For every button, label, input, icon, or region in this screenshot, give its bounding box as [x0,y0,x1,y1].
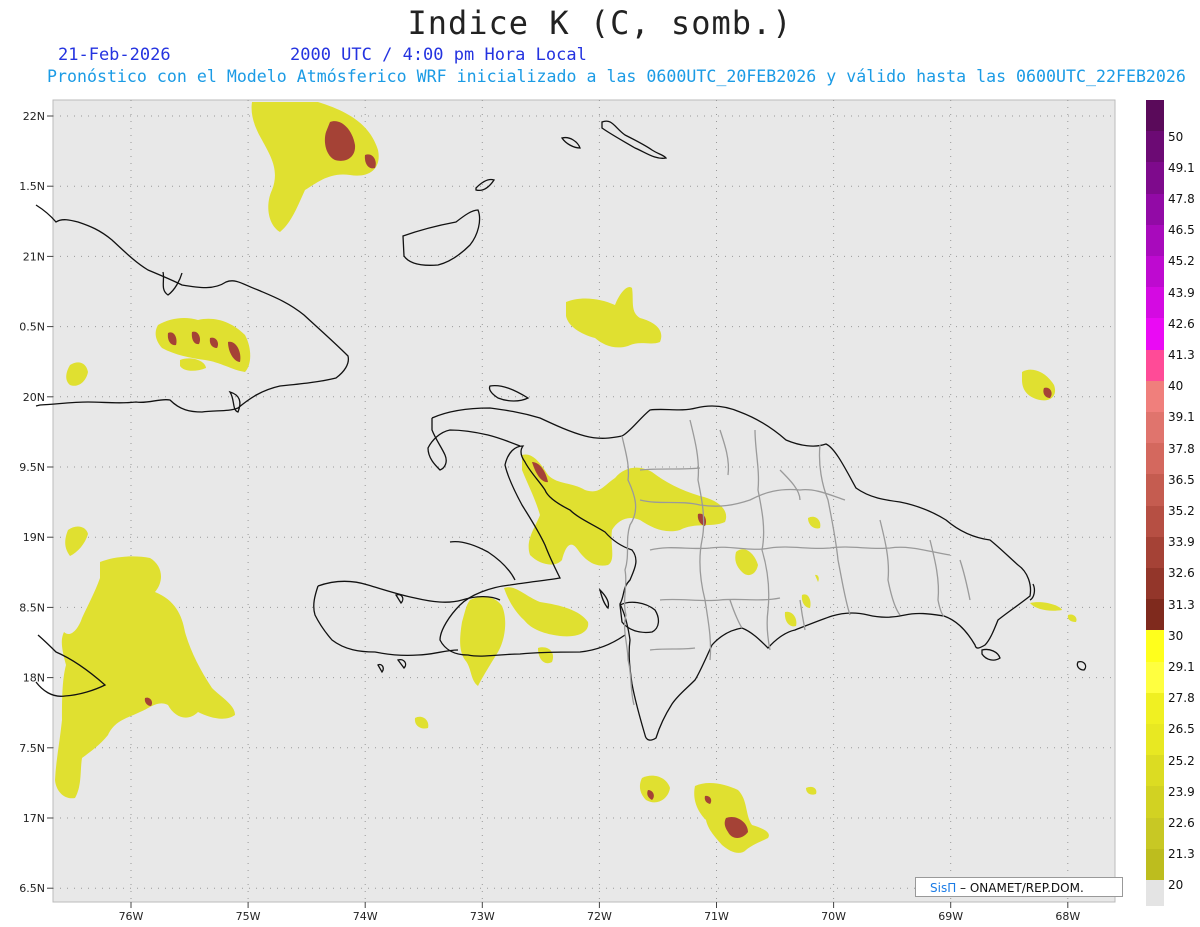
colorbar-segment [1146,318,1164,350]
colorbar-label: 42.6 [1168,316,1195,331]
colorbar-segment [1146,599,1164,631]
colorbar-label: 22.6 [1168,816,1195,830]
colorbar-segment [1146,100,1164,132]
colorbar-label: 47.8 [1168,192,1195,206]
colorbar-label: 40 [1168,379,1184,394]
brand-logo: SisΠ [930,881,957,895]
colorbar-label: 20 [1168,878,1184,893]
latitude-label: 18N [23,672,45,685]
colorbar-segment [1146,287,1164,319]
credit-text: – ONAMET/REP.DOM. [956,881,1084,895]
colorbar-segment [1146,412,1164,444]
longitude-label: 70W [821,910,846,923]
latitude-label: 20N [23,391,45,404]
colorbar-label: 23.9 [1168,784,1195,799]
longitude-label: 76W [119,910,144,923]
colorbar-segment [1146,661,1164,693]
colorbar-label: 37.8 [1168,441,1195,456]
colorbar-label: 29.1 [1168,660,1195,674]
colorbar-segment [1146,724,1164,756]
colorbar-segment [1146,568,1164,600]
colorbar-segment [1146,505,1164,537]
colorbar-segment [1146,630,1164,662]
colorbar-segment [1146,256,1164,288]
colorbar-segment [1146,224,1164,256]
longitude-label: 71W [704,910,729,923]
latitude-label: 21N [23,250,45,263]
colorbar-label: 25.2 [1168,753,1195,768]
longitude-label: 74W [353,910,378,923]
colorbar-segment [1146,692,1164,724]
colorbar-label: 26.5 [1168,722,1195,737]
latitude-label: 7.5N [19,742,45,755]
latitude-label: 8.5N [19,601,45,614]
colorbar-segment [1146,443,1164,475]
colorbar-segment [1146,817,1164,849]
colorbar-label: 43.9 [1168,285,1195,300]
colorbar-label: 41.3 [1168,348,1195,362]
colorbar-label: 31.3 [1168,597,1195,612]
latitude-label: 17N [23,812,45,825]
latitude-label: 19N [23,531,45,544]
latitude-label: 22N [23,110,45,123]
colorbar-segment [1146,786,1164,818]
latitude-labels: 22N 1.5N 21N 0.5N 20N 9.5N 19N 8.5N 18N 7.5N 17N 6.… [19,110,53,895]
colorbar-label: 21.3 [1168,847,1195,862]
longitude-label: 73W [470,910,495,923]
colorbar-label: 39.1 [1168,410,1195,425]
colorbar-segment [1146,755,1164,787]
longitude-label: 72W [587,910,612,923]
colorbar-label: 45.2 [1168,254,1195,269]
longitude-label: 69W [938,910,963,923]
colorbar-segment [1146,848,1164,880]
latitude-label: 0.5N [19,321,45,334]
colorbar-segment [1146,380,1164,412]
colorbar-segment [1146,162,1164,194]
colorbar-label: 46.5 [1168,223,1195,238]
colorbar-segment [1146,131,1164,163]
longitude-label: 68W [1055,910,1080,923]
colorbar-segment [1146,536,1164,568]
k-index-map: 22N 1.5N 21N 0.5N 20N 9.5N 19N 8.5N 18N 7.5N 17N 6.… [19,99,1116,923]
colorbar-label: 27.8 [1168,691,1195,706]
latitude-label: 6.5N [19,882,45,895]
longitude-label: 75W [236,910,261,923]
colorbar-label: 33.9 [1168,535,1195,550]
colorbar-segment [1146,880,1164,906]
colorbar-segment [1146,193,1164,225]
latitude-label: 9.5N [19,461,45,474]
colorbar-label: 30 [1168,628,1184,643]
colorbar-label: 50 [1168,129,1184,144]
colorbar-segment [1146,474,1164,506]
colorbar-label: 49.1 [1168,160,1195,175]
colorbar-label: 36.5 [1168,472,1195,487]
colorbar-segment [1146,349,1164,381]
colorbar-label: 35.2 [1168,504,1195,518]
longitude-labels: 76W 75W 74W 73W 72W 71W 70W 69W 68W [119,902,1080,923]
credit-box: SisΠ – ONAMET/REP.DOM. [915,877,1123,897]
colorbar-label: 32.6 [1168,566,1195,581]
latitude-label: 1.5N [19,180,45,193]
colorbar [1146,100,1164,906]
